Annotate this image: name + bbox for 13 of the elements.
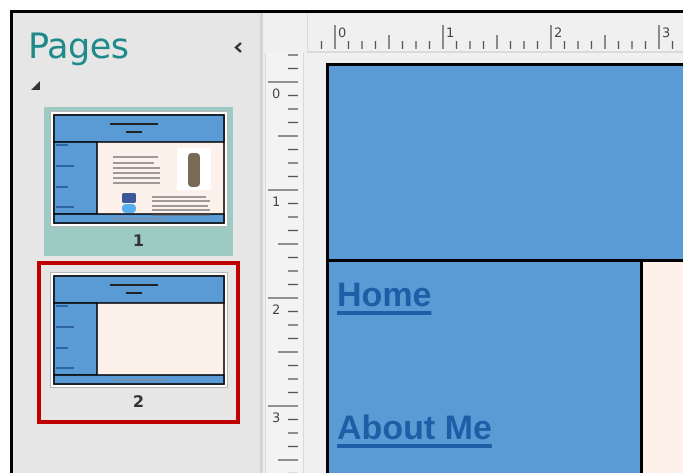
expand-triangle-icon[interactable] (31, 81, 40, 90)
page-thumbnail[interactable]: 1 (44, 107, 233, 256)
page-thumbnail[interactable]: 2 (44, 268, 233, 417)
ruler-number: 0 (338, 26, 346, 41)
ruler-number: 3 (272, 411, 280, 426)
ruler-number: 1 (446, 26, 454, 41)
collapse-chevron-icon[interactable] (234, 42, 242, 52)
ruler-number: 0 (272, 87, 280, 102)
ruler-number: 2 (554, 26, 562, 41)
ruler-number: 3 (662, 26, 670, 41)
ruler-number: 1 (272, 195, 280, 210)
ruler-number: 2 (272, 303, 280, 318)
panel-title: Pages (28, 27, 128, 67)
